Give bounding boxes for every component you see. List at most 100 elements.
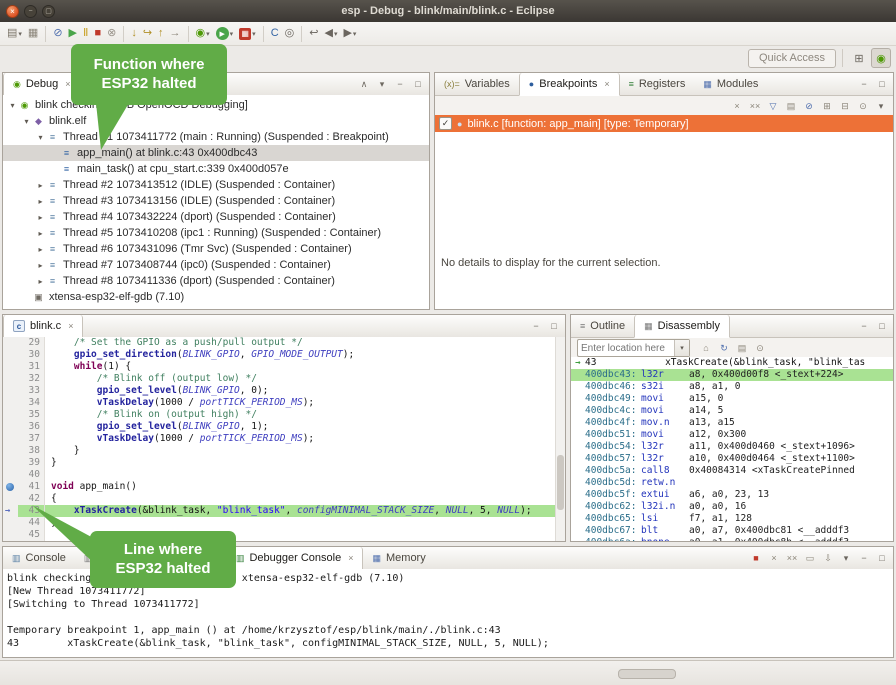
editor-marker-ruler[interactable]: [3, 421, 18, 433]
sash-horizontal-middle[interactable]: [0, 310, 896, 314]
code-line[interactable]: vTaskDelay(1000 / portTICK_PERIOD_MS);: [45, 397, 565, 409]
inspector-tab-modules[interactable]: ▦Modules: [694, 73, 767, 95]
resume-button[interactable]: ▶: [66, 24, 80, 44]
scrollbar-thumb[interactable]: [557, 455, 564, 510]
close-icon[interactable]: ×: [65, 79, 70, 89]
editor-marker-ruler[interactable]: →: [3, 505, 18, 517]
refresh-button[interactable]: ↻: [716, 340, 732, 356]
sync-selection-button[interactable]: ⊙: [752, 340, 768, 356]
disassembly-instruction-line[interactable]: 400dbc49:movia15, 0: [571, 393, 893, 405]
sash-vertical-top[interactable]: [430, 72, 434, 310]
expanded-arrow-icon[interactable]: ▾: [35, 133, 46, 142]
disassembly-instruction-line[interactable]: 400dbc54:l32ra11, 0x400d0460 <_stext+109…: [571, 441, 893, 453]
minimize-button[interactable]: −: [528, 318, 544, 334]
last-edit-location-button[interactable]: ↩: [306, 24, 321, 44]
disassembly-source-line[interactable]: →43 xTaskCreate(&blink_task, "blink_tas: [571, 357, 893, 369]
scroll-lock-button[interactable]: ⇩: [820, 550, 836, 566]
editor-marker-ruler[interactable]: [3, 349, 18, 361]
code-line[interactable]: void app_main(): [45, 481, 565, 493]
home-button[interactable]: ⌂: [698, 340, 714, 356]
minimize-button[interactable]: −: [24, 5, 37, 18]
debug-tree-row[interactable]: ▾◆blink.elf: [3, 113, 429, 129]
console-tab-debugger-console[interactable]: ▥Debugger Console×: [226, 547, 364, 570]
location-input[interactable]: [578, 343, 674, 354]
collapse-all-button[interactable]: ⊟: [837, 98, 853, 114]
debug-tree-row[interactable]: ▸≡Thread #3 1073413156 (IDLE) (Suspended…: [3, 193, 429, 209]
skip-all-breakpoints-button[interactable]: ⊘: [801, 98, 817, 114]
debug-perspective-button[interactable]: ◉: [871, 48, 891, 68]
debug-tree-row[interactable]: ▸≡Thread #5 1073410208 (ipc1 : Running) …: [3, 225, 429, 241]
terminate-button[interactable]: ■: [748, 550, 764, 566]
disassembly-instruction-line[interactable]: 400dbc65:lsif7, a1, 128: [571, 513, 893, 525]
combo-dropdown-icon[interactable]: ▾: [674, 340, 689, 356]
sash-vertical-bottom[interactable]: [566, 314, 570, 542]
search-button[interactable]: ◎: [282, 24, 298, 44]
maximize-button[interactable]: □: [546, 318, 562, 334]
back-button[interactable]: ◀▾: [321, 24, 340, 44]
minimize-button[interactable]: −: [392, 76, 408, 92]
terminate-button[interactable]: ■: [91, 24, 104, 44]
disassembly-instruction-line[interactable]: 400dbc57:l32ra10, 0x400d0464 <_stext+110…: [571, 453, 893, 465]
debug-tree-row[interactable]: ≡main_task() at cpu_start.c:339 0x400d05…: [3, 161, 429, 177]
editor-marker-ruler[interactable]: [3, 397, 18, 409]
disassembly-instruction-line[interactable]: 400dbc5a:call80x40084314 <xTaskCreatePin…: [571, 465, 893, 477]
code-line[interactable]: while(1) {: [45, 361, 565, 373]
disassembly-instruction-line[interactable]: 400dbc4c:movia14, 5: [571, 405, 893, 417]
inspector-tab-breakpoints[interactable]: ●Breakpoints×: [519, 73, 620, 96]
expand-all-button[interactable]: ⊞: [819, 98, 835, 114]
editor-tab-blink-c[interactable]: cblink.c×: [3, 315, 83, 338]
save-button[interactable]: ▦: [25, 24, 41, 44]
breakpoint-row[interactable]: ✓ ● blink.c [function: app_main] [type: …: [435, 115, 893, 132]
disassembly-instruction-line[interactable]: 400dbc4f:mov.na13, a15: [571, 417, 893, 429]
skip-all-breakpoints-button[interactable]: ⊘: [50, 24, 65, 44]
editor-marker-ruler[interactable]: [3, 457, 18, 469]
link-with-debug-button[interactable]: ⊙: [855, 98, 871, 114]
new-c-project-button[interactable]: C: [268, 24, 282, 44]
code-line[interactable]: /* Set the GPIO as a push/pull output */: [45, 337, 565, 349]
debug-tree-row[interactable]: ▸≡Thread #8 1073411336 (dport) (Suspende…: [3, 273, 429, 289]
editor-marker-ruler[interactable]: [3, 529, 18, 541]
code-line[interactable]: vTaskDelay(1000 / portTICK_PERIOD_MS);: [45, 433, 565, 445]
maximize-button[interactable]: □: [874, 76, 890, 92]
code-line[interactable]: /* Blink off (output low) */: [45, 373, 565, 385]
editor-marker-ruler[interactable]: [3, 409, 18, 421]
code-line[interactable]: }: [45, 517, 565, 529]
console-menu-button[interactable]: ▾: [838, 550, 854, 566]
code-line[interactable]: [45, 469, 565, 481]
open-perspective-button[interactable]: ⊞: [849, 48, 869, 68]
code-line[interactable]: gpio_set_direction(BLINK_GPIO, GPIO_MODE…: [45, 349, 565, 361]
editor-marker-ruler[interactable]: [3, 361, 18, 373]
collapse-all-button[interactable]: ∧: [356, 76, 372, 92]
disassembly-instruction-line[interactable]: 400dbc5d:retw.n: [571, 477, 893, 489]
console-tab-memory[interactable]: ▦Memory: [363, 547, 434, 569]
disassembly-instruction-line[interactable]: 400dbc5f:extuia6, a0, 23, 13: [571, 489, 893, 501]
close-button[interactable]: ×: [6, 5, 19, 18]
code-line[interactable]: }: [45, 457, 565, 469]
disassembly-instruction-line[interactable]: 400dbc62:l32i.na0, a0, 16: [571, 501, 893, 513]
editor-marker-ruler[interactable]: [3, 493, 18, 505]
debug-tree-row[interactable]: ▾≡Thread #1 1073411772 (main : Running) …: [3, 129, 429, 145]
inspector-tab-registers[interactable]: ≡Registers: [620, 73, 695, 95]
new-wizard-button[interactable]: ▤▾: [4, 24, 25, 44]
editor-scrollbar[interactable]: [555, 337, 565, 541]
code-line[interactable]: gpio_set_level(BLINK_GPIO, 1);: [45, 421, 565, 433]
go-to-file-button[interactable]: ▤: [783, 98, 799, 114]
forward-button[interactable]: ▶▾: [340, 24, 359, 44]
editor-marker-ruler[interactable]: [3, 517, 18, 529]
collapsed-arrow-icon[interactable]: ▸: [35, 229, 46, 238]
debug-tree-row[interactable]: ≡app_main() at blink.c:43 0x400dbc43: [3, 145, 429, 161]
inspector-tab-variables[interactable]: (x)=Variables: [435, 73, 519, 95]
editor-marker-ruler[interactable]: [3, 385, 18, 397]
debug-tree-row[interactable]: ▸≡Thread #7 1073408744 (ipc0) (Suspended…: [3, 257, 429, 273]
view-menu-button[interactable]: ▾: [873, 98, 889, 114]
code-line[interactable]: gpio_set_level(BLINK_GPIO, 0);: [45, 385, 565, 397]
breakpoint-checkbox[interactable]: ✓: [439, 117, 452, 130]
disassembly-instruction-line[interactable]: 400dbc67:blta0, a7, 0x400dbc81 <__adddf3: [571, 525, 893, 537]
debug-tree-row[interactable]: ▸≡Thread #2 1073413512 (IDLE) (Suspended…: [3, 177, 429, 193]
status-widget[interactable]: [618, 669, 676, 679]
instruction-stepping-button[interactable]: →: [167, 24, 184, 44]
close-icon[interactable]: ×: [348, 553, 353, 563]
step-into-button[interactable]: ↓: [128, 24, 140, 44]
collapsed-arrow-icon[interactable]: ▸: [35, 213, 46, 222]
editor-marker-ruler[interactable]: [3, 445, 18, 457]
